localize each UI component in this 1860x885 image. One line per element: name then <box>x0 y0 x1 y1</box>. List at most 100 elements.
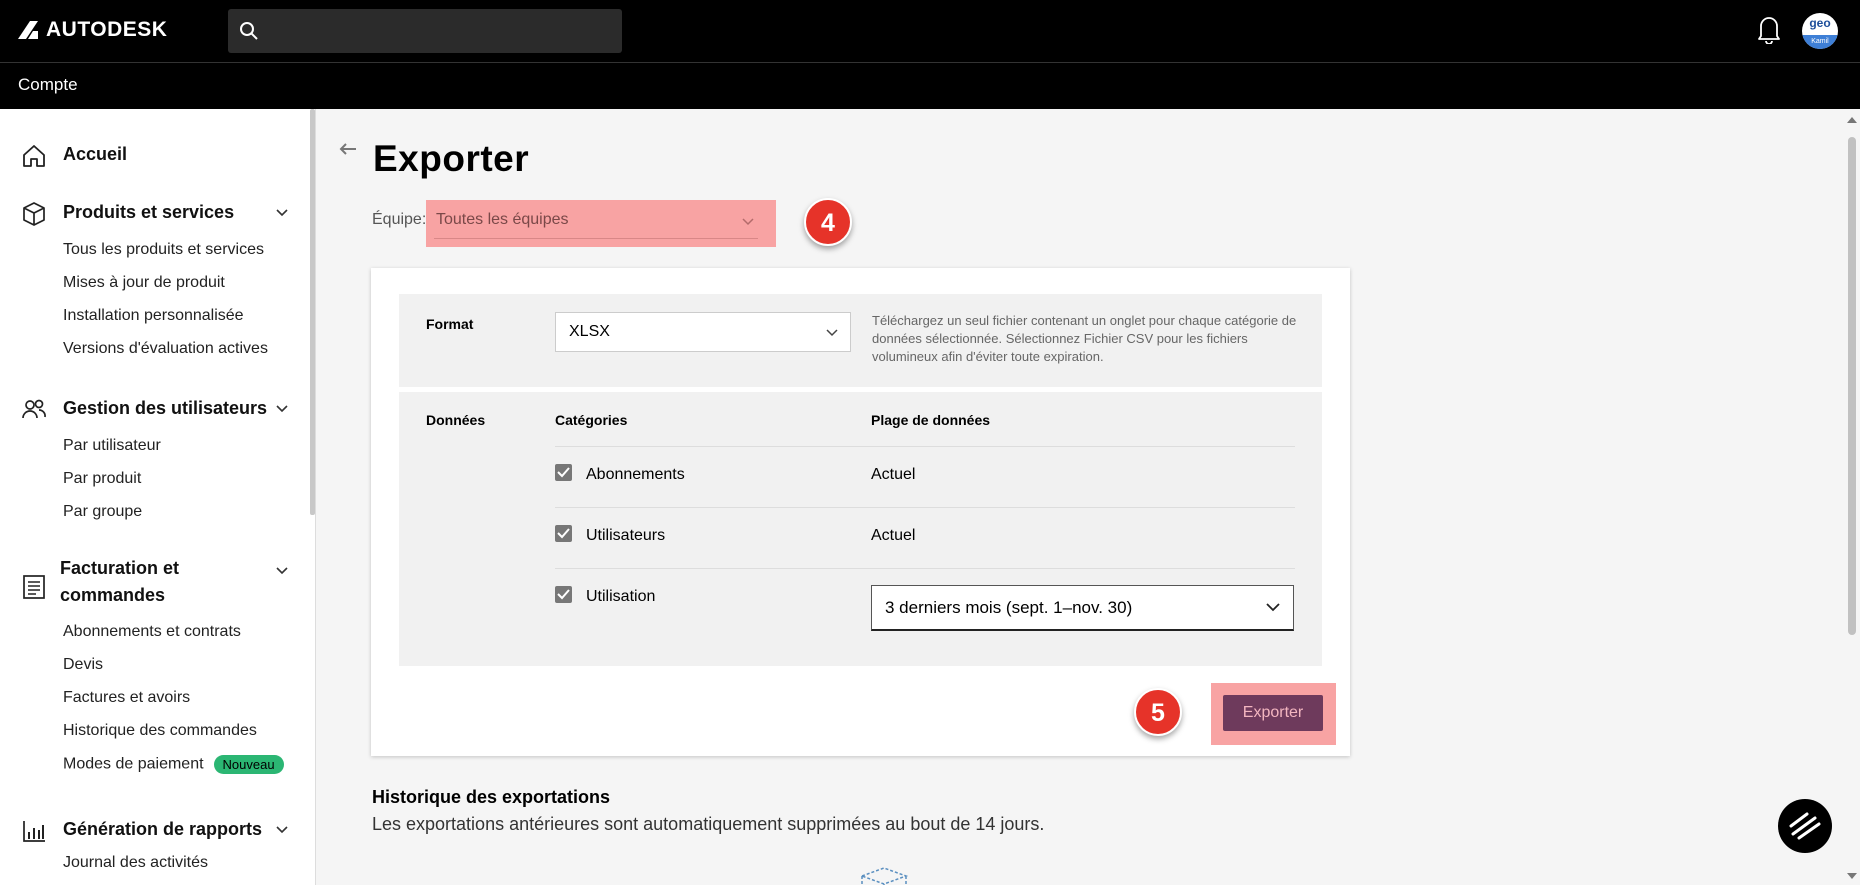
section-label: Gestion des utilisateurs <box>63 398 268 418</box>
section-label-line1: Facturation et <box>60 558 180 578</box>
sidebar-scrollbar[interactable] <box>310 109 315 515</box>
sidebar-item-label: Modes de paiement <box>63 755 204 773</box>
table-row: Utilisateurs Actuel <box>555 525 1295 565</box>
chevron-down-icon[interactable] <box>276 405 288 413</box>
sidebar-item-home[interactable]: Accueil <box>0 139 300 169</box>
sidebar-section-products[interactable]: Produits et services <box>0 197 300 227</box>
history-title: Historique des exportations <box>372 787 611 807</box>
chevron-down-icon[interactable] <box>276 209 288 217</box>
sidebar-item-activity-log[interactable]: Journal des activités <box>63 854 208 872</box>
new-badge: Nouveau <box>213 755 284 774</box>
range-header: Plage de données <box>871 412 991 428</box>
range-value: Actuel <box>871 527 916 544</box>
search-icon <box>240 22 258 40</box>
sidebar-item-subscriptions[interactable]: Abonnements et contrats <box>63 623 241 641</box>
categories-header: Catégories <box>555 412 628 428</box>
checkbox-users[interactable] <box>555 525 572 542</box>
section-label: Produits et services <box>63 202 235 222</box>
help-chat-button[interactable] <box>1778 799 1832 853</box>
chart-icon <box>23 821 45 842</box>
category-label: Utilisateurs <box>586 527 666 544</box>
chat-logo-icon <box>1789 812 1821 840</box>
export-highlight: Exporter <box>1211 683 1336 745</box>
check-icon <box>557 589 570 600</box>
sidebar-section-reports[interactable]: Génération de rapports <box>0 814 300 844</box>
category-label: Utilisation <box>586 588 656 605</box>
step-marker-4: 4 <box>804 198 852 246</box>
sidebar: Accueil Produits et services Tous les pr… <box>0 109 316 885</box>
category-label: Abonnements <box>586 466 685 483</box>
home-icon <box>23 145 45 167</box>
search-input[interactable] <box>228 9 622 53</box>
format-label: Format <box>426 316 474 332</box>
team-select[interactable]: Toutes les équipes <box>426 200 776 247</box>
history-description: Les exportations antérieures sont automa… <box>372 814 1045 834</box>
sidebar-item-by-group[interactable]: Par groupe <box>63 503 142 521</box>
avatar-name: Kamil <box>1802 35 1838 49</box>
sidebar-section-users[interactable]: Gestion des utilisateurs <box>0 393 300 423</box>
checkbox-subscriptions[interactable] <box>555 464 572 481</box>
top-bar: AUTODESK geo Kamil <box>0 0 1860 62</box>
chevron-down-icon <box>742 218 754 226</box>
chevron-down-icon[interactable] <box>276 826 288 834</box>
page-scrollbar[interactable] <box>1844 109 1860 885</box>
chevron-down-icon <box>826 329 838 337</box>
sidebar-item-quotes[interactable]: Devis <box>63 656 103 674</box>
export-card: Format XLSX Téléchargez un seul fichier … <box>371 268 1350 756</box>
sidebar-item-trials[interactable]: Versions d'évaluation actives <box>63 340 268 358</box>
autodesk-logo-icon <box>18 21 38 39</box>
check-icon <box>557 467 570 478</box>
brand-name: AUTODESK <box>46 18 168 41</box>
divider <box>555 568 1295 569</box>
data-section: Données Catégories Plage de données Abon… <box>399 392 1322 666</box>
team-label: Équipe: <box>372 211 427 228</box>
sidebar-item-all-products[interactable]: Tous les produits et services <box>63 241 264 259</box>
sidebar-section-billing[interactable]: Facturation et commandes <box>0 555 300 611</box>
section-label: Facturation et commandes <box>60 555 179 609</box>
box-icon <box>23 202 45 226</box>
usage-range-value: 3 derniers mois (sept. 1–nov. 30) <box>885 598 1133 617</box>
checkbox-usage[interactable] <box>555 586 572 603</box>
back-arrow-icon[interactable] <box>338 142 358 156</box>
page-title: Exporter <box>373 138 530 179</box>
sidebar-item-label: Accueil <box>63 144 128 164</box>
sidebar-item-custom-install[interactable]: Installation personnalisée <box>63 307 244 325</box>
sidebar-item-by-user[interactable]: Par utilisateur <box>63 437 161 455</box>
chevron-down-icon <box>1266 603 1280 612</box>
divider <box>555 507 1295 508</box>
autodesk-logo[interactable]: AUTODESK <box>16 18 167 42</box>
account-bar: Compte <box>0 62 1860 109</box>
format-description: Téléchargez un seul fichier contenant un… <box>872 313 1297 364</box>
sidebar-item-payment-methods[interactable]: Modes de paiement Nouveau <box>63 755 284 774</box>
scroll-thumb[interactable] <box>1848 137 1856 635</box>
team-select-underline <box>434 238 758 239</box>
check-icon <box>557 528 570 539</box>
sidebar-item-invoices[interactable]: Factures et avoirs <box>63 689 190 707</box>
sidebar-item-by-product[interactable]: Par produit <box>63 470 141 488</box>
range-value: Actuel <box>871 466 916 483</box>
usage-range-select[interactable]: 3 derniers mois (sept. 1–nov. 30) <box>871 585 1294 631</box>
section-label: Génération de rapports <box>63 819 263 839</box>
chevron-down-icon[interactable] <box>276 567 288 575</box>
bell-icon[interactable] <box>1756 14 1782 44</box>
scroll-up-icon[interactable] <box>1847 117 1857 123</box>
table-row: Abonnements Actuel <box>555 464 1295 504</box>
divider <box>555 446 1295 447</box>
export-button[interactable]: Exporter <box>1223 695 1323 731</box>
avatar-initials: geo <box>1809 16 1831 30</box>
data-label: Données <box>426 412 486 428</box>
invoice-icon <box>23 575 45 599</box>
users-icon <box>22 399 46 419</box>
format-select-value: XLSX <box>569 323 610 340</box>
sidebar-item-order-history[interactable]: Historique des commandes <box>63 722 257 740</box>
sidebar-item-product-updates[interactable]: Mises à jour de produit <box>63 274 225 292</box>
account-title: Compte <box>18 75 78 94</box>
format-section: Format XLSX Téléchargez un seul fichier … <box>399 294 1322 387</box>
avatar[interactable]: geo Kamil <box>1802 13 1838 49</box>
format-select[interactable]: XLSX <box>555 312 851 352</box>
empty-cube-icon <box>859 867 909 885</box>
team-select-value: Toutes les équipes <box>436 211 569 228</box>
scroll-down-icon[interactable] <box>1847 873 1857 879</box>
step-marker-5: 5 <box>1134 688 1182 736</box>
section-label-line2: commandes <box>60 585 166 605</box>
